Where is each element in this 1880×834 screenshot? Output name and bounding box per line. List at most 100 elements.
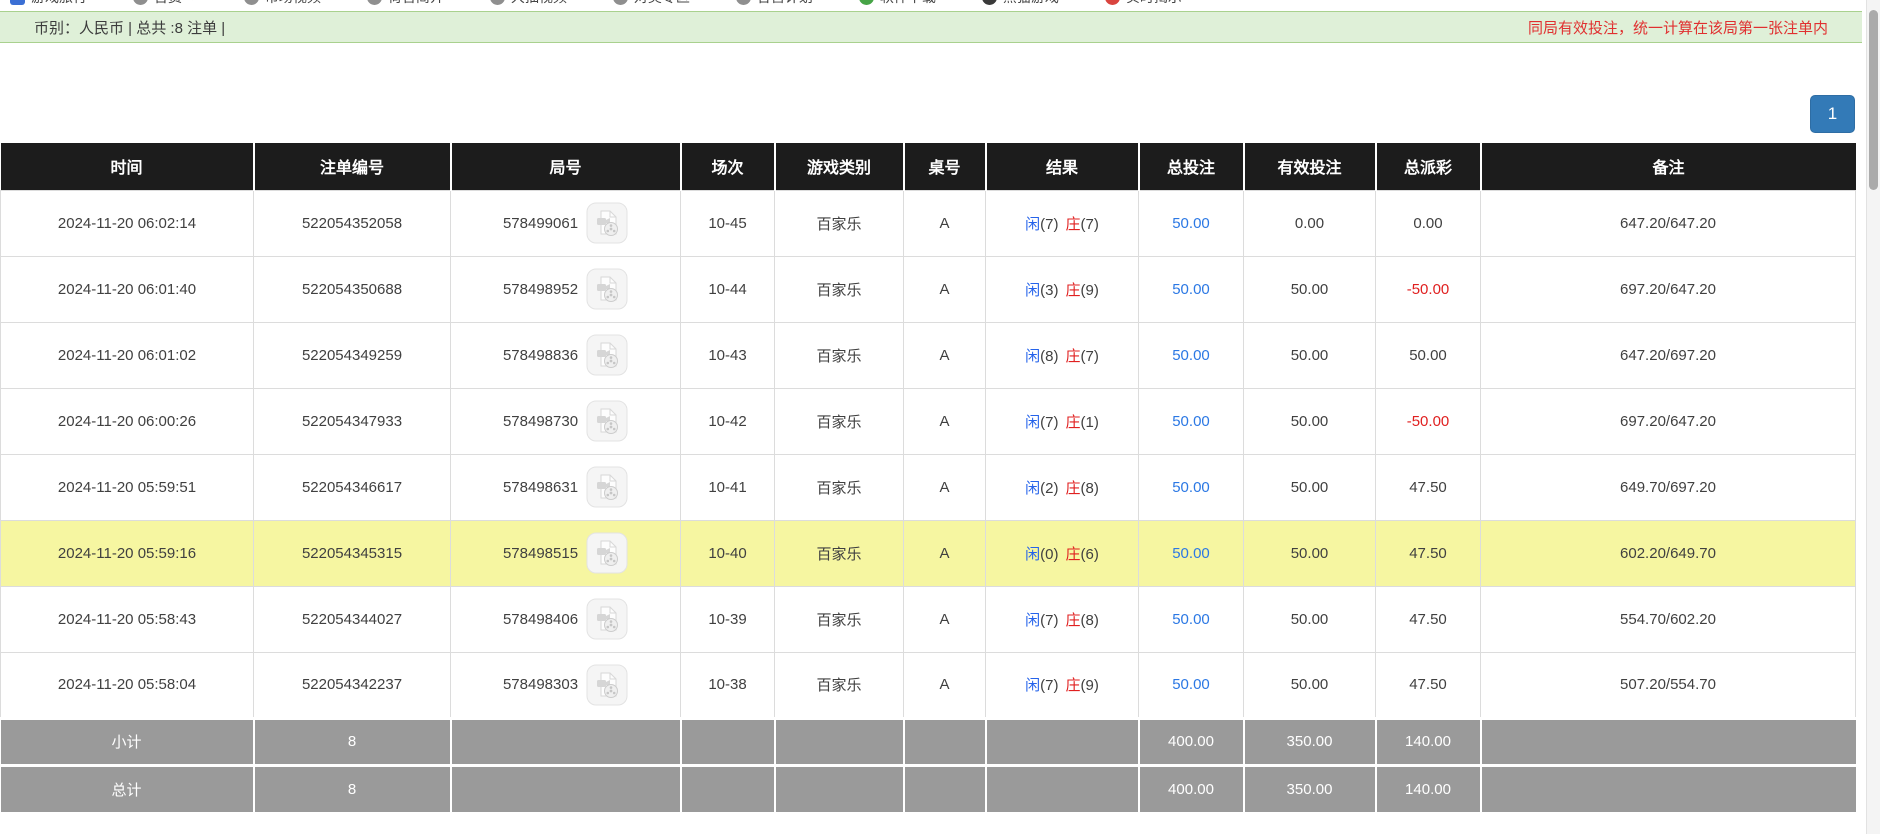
video-replay-icon[interactable] xyxy=(586,202,628,244)
cell-payout: -50.00 xyxy=(1376,388,1481,454)
video-replay-icon[interactable] xyxy=(586,466,628,508)
table-row: 2024-11-20 06:02:14 522054352058 5784990… xyxy=(1,190,1856,256)
result-banker-score: (7) xyxy=(1081,216,1099,233)
cell-result: 闲(7)庄(9) xyxy=(986,652,1139,718)
video-replay-icon[interactable] xyxy=(586,664,628,706)
cell-result: 闲(3)庄(9) xyxy=(986,256,1139,322)
result-banker-score: (9) xyxy=(1081,677,1099,694)
close-icon xyxy=(1105,0,1120,5)
total-bet-link[interactable]: 50.00 xyxy=(1172,676,1210,693)
cell-session: 10-45 xyxy=(681,190,775,256)
cell-game-type: 百家乐 xyxy=(775,652,904,718)
total-bet-link[interactable]: 50.00 xyxy=(1172,413,1210,430)
total-bet-link[interactable]: 50.00 xyxy=(1172,611,1210,628)
cell-payout: 47.50 xyxy=(1376,454,1481,520)
menu-item-1[interactable]: 游戏旅行 xyxy=(10,0,87,7)
cell-valid-bet: 50.00 xyxy=(1244,256,1376,322)
cell-bet-number: 522054349259 xyxy=(254,322,451,388)
result-player-score: (8) xyxy=(1040,348,1058,365)
menu-item-6[interactable]: 对奖专区 xyxy=(613,0,690,7)
result-player-label: 闲 xyxy=(1025,414,1040,431)
cell-bet-number: 522054352058 xyxy=(254,190,451,256)
result-banker-label: 庄 xyxy=(1066,216,1081,233)
menu-item-9[interactable]: 熊猫游戏 xyxy=(982,0,1059,7)
menu-item-2[interactable]: 台费▼ xyxy=(133,0,198,7)
video-replay-icon[interactable] xyxy=(586,532,628,574)
result-player-label: 闲 xyxy=(1025,677,1040,694)
cell-time: 2024-11-20 05:59:16 xyxy=(1,520,254,586)
cell-valid-bet: 50.00 xyxy=(1244,520,1376,586)
table-row: 2024-11-20 06:01:02 522054349259 5784988… xyxy=(1,322,1856,388)
result-player-score: (7) xyxy=(1040,612,1058,629)
cell-bet-number: 522054342237 xyxy=(254,652,451,718)
cell-round-number: 578498515 xyxy=(451,520,681,586)
cell-game-type: 百家乐 xyxy=(775,388,904,454)
cell-game-type: 百家乐 xyxy=(775,190,904,256)
header-bet-number: 注单编号 xyxy=(254,143,451,190)
dice-icon xyxy=(10,0,25,5)
menu-item-5[interactable]: 大抽视频 xyxy=(490,0,567,7)
cell-round-number: 578498730 xyxy=(451,388,681,454)
result-player-score: (7) xyxy=(1040,677,1058,694)
result-banker-score: (9) xyxy=(1081,282,1099,299)
result-banker-score: (6) xyxy=(1081,546,1099,563)
header-valid-bet: 有效投注 xyxy=(1244,143,1376,190)
cell-table-number: A xyxy=(904,652,986,718)
menu-item-4[interactable]: 荷官简介 xyxy=(367,0,444,7)
cell-payout: 50.00 xyxy=(1376,322,1481,388)
round-number-text: 578498303 xyxy=(503,676,578,693)
total-label: 总计 xyxy=(1,765,254,812)
cell-total-bet: 50.00 xyxy=(1139,190,1244,256)
total-bet-link[interactable]: 50.00 xyxy=(1172,281,1210,298)
result-player-score: (0) xyxy=(1040,546,1058,563)
cell-payout: 0.00 xyxy=(1376,190,1481,256)
header-result: 结果 xyxy=(986,143,1139,190)
cell-result: 闲(2)庄(8) xyxy=(986,454,1139,520)
cell-bet-number: 522054347933 xyxy=(254,388,451,454)
video-replay-icon[interactable] xyxy=(586,598,628,640)
cell-total-bet: 50.00 xyxy=(1139,520,1244,586)
result-banker-score: (8) xyxy=(1081,612,1099,629)
cell-bet-number: 522054344027 xyxy=(254,586,451,652)
cell-session: 10-41 xyxy=(681,454,775,520)
cell-total-bet: 50.00 xyxy=(1139,322,1244,388)
video-replay-icon[interactable] xyxy=(586,334,628,376)
result-banker-label: 庄 xyxy=(1066,546,1081,563)
result-player-label: 闲 xyxy=(1025,546,1040,563)
result-player-label: 闲 xyxy=(1025,282,1040,299)
cell-time: 2024-11-20 06:01:40 xyxy=(1,256,254,322)
menu-item-7[interactable]: 合营计划 xyxy=(736,0,813,7)
video-replay-icon[interactable] xyxy=(586,268,628,310)
header-round-number: 局号 xyxy=(451,143,681,190)
pagination-page-1-button[interactable]: 1 xyxy=(1810,95,1855,133)
total-bet-link[interactable]: 50.00 xyxy=(1172,545,1210,562)
cell-session: 10-39 xyxy=(681,586,775,652)
cell-payout: 47.50 xyxy=(1376,652,1481,718)
total-bet-link[interactable]: 50.00 xyxy=(1172,479,1210,496)
cell-note: 507.20/554.70 xyxy=(1481,652,1856,718)
header-time: 时间 xyxy=(1,143,254,190)
menu-item-10[interactable]: 实时揭示 xyxy=(1105,0,1182,7)
video-replay-icon[interactable] xyxy=(586,400,628,442)
cell-note: 697.20/647.20 xyxy=(1481,388,1856,454)
total-bet-link[interactable]: 50.00 xyxy=(1172,347,1210,364)
round-number-text: 578498730 xyxy=(503,413,578,430)
cell-bet-number: 522054345315 xyxy=(254,520,451,586)
cell-payout: 47.50 xyxy=(1376,520,1481,586)
subtotal-total-bet: 400.00 xyxy=(1139,718,1244,765)
cell-round-number: 578498952 xyxy=(451,256,681,322)
menu-item-3[interactable]: 市场视频 xyxy=(244,0,321,7)
cell-valid-bet: 50.00 xyxy=(1244,586,1376,652)
result-player-label: 闲 xyxy=(1025,480,1040,497)
menu-item-8[interactable]: 软件下载 xyxy=(859,0,936,7)
vertical-scrollbar[interactable] xyxy=(1866,0,1880,834)
circle-icon xyxy=(736,0,751,5)
total-bet-link[interactable]: 50.00 xyxy=(1172,215,1210,232)
menu-item-label: 软件下载 xyxy=(880,0,936,7)
result-player-label: 闲 xyxy=(1025,216,1040,233)
scrollbar-thumb[interactable] xyxy=(1869,10,1878,190)
cell-time: 2024-11-20 05:58:04 xyxy=(1,652,254,718)
menu-item-label: 市场视频 xyxy=(265,0,321,7)
subtotal-count: 8 xyxy=(254,718,451,765)
cell-payout: -50.00 xyxy=(1376,256,1481,322)
